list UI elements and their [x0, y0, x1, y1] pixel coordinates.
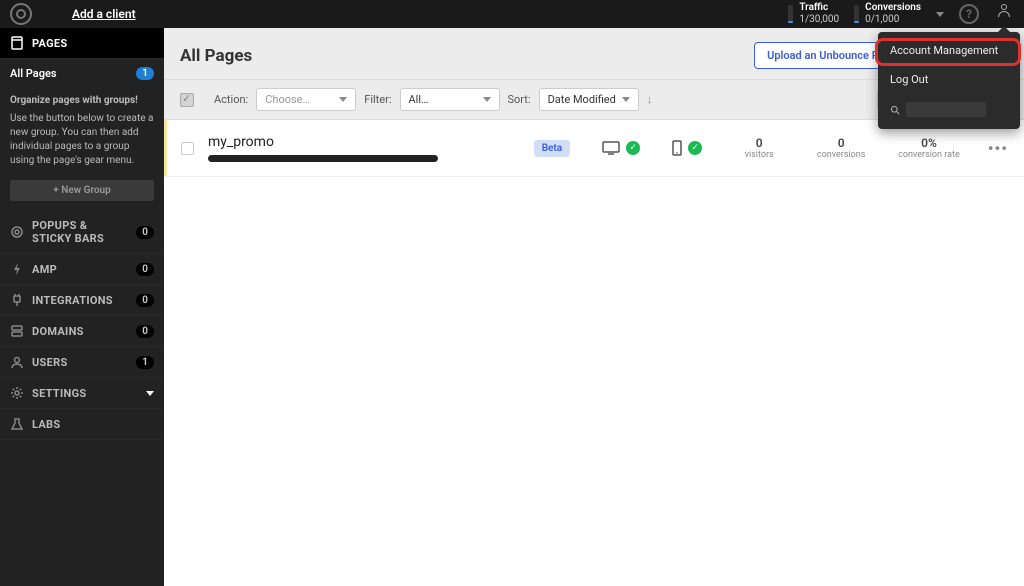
sidebar-item-label: SETTINGS — [32, 387, 138, 400]
desktop-status: ✓ — [602, 141, 640, 155]
conversions-label: Conversions — [865, 2, 921, 14]
conversions-stat: Conversions 0/1,000 — [854, 2, 921, 26]
beta-badge: Beta — [534, 140, 570, 157]
conversions-value: 0/1,000 — [865, 14, 921, 26]
sidebar-item-label: INTEGRATIONS — [32, 294, 128, 307]
traffic-value: 1/30,000 — [799, 14, 839, 26]
stats-dropdown-icon[interactable] — [936, 12, 944, 17]
stat-number: 0% — [898, 136, 960, 150]
sidebar-item-label: AMP — [32, 263, 128, 276]
sidebar-groups-info: Organize pages with groups! Use the butt… — [0, 88, 164, 174]
traffic-stat: Traffic 1/30,000 — [788, 2, 839, 26]
logout-item[interactable]: Log Out — [878, 65, 1020, 94]
sidebar-item-integrations[interactable]: INTEGRATIONS 0 — [0, 285, 164, 316]
mobile-status: ✓ — [672, 140, 702, 156]
stat-label: conversions — [816, 150, 866, 160]
sidebar-all-pages-label: All Pages — [10, 67, 57, 80]
status-bar-icon — [164, 120, 167, 176]
menu-search-input[interactable] — [906, 102, 986, 117]
sidebar-item-users[interactable]: USERS 1 — [0, 347, 164, 378]
account-management-item[interactable]: Account Management — [878, 36, 1020, 65]
visitors-stat: 0 visitors — [734, 136, 784, 160]
row-checkbox[interactable] — [181, 142, 194, 155]
action-placeholder: Choose… — [265, 93, 310, 106]
action-label: Action: — [214, 93, 248, 106]
check-icon: ✓ — [626, 141, 640, 155]
conversions-stat: 0 conversions — [816, 136, 866, 160]
server-icon — [10, 324, 24, 338]
sidebar-item-label: DOMAINS — [32, 325, 128, 338]
search-icon — [890, 105, 900, 115]
chevron-down-icon — [483, 97, 491, 102]
caret-down-icon — [146, 391, 154, 396]
menu-search-item[interactable] — [878, 94, 1020, 125]
mobile-icon — [672, 140, 682, 156]
sidebar-item-popups[interactable]: POPUPS & STICKY BARS 0 — [0, 211, 164, 254]
sidebar: PAGES All Pages 1 Organize pages with gr… — [0, 28, 164, 586]
sidebar-item-pages[interactable]: PAGES — [0, 28, 164, 59]
help-icon[interactable]: ? — [959, 4, 979, 24]
sidebar-item-count: 0 — [136, 325, 154, 338]
sidebar-item-count: 1 — [136, 356, 154, 369]
flask-icon — [10, 417, 24, 431]
conversions-bar-icon — [854, 5, 859, 23]
sidebar-item-count: 0 — [136, 294, 154, 307]
sidebar-item-label: LABS — [32, 418, 154, 431]
sort-select[interactable]: Date Modified — [539, 88, 639, 111]
logo-icon[interactable] — [10, 3, 32, 25]
stat-number: 0 — [816, 136, 866, 150]
sidebar-item-amp[interactable]: AMP 0 — [0, 254, 164, 285]
new-group-button[interactable]: + New Group — [10, 180, 154, 201]
sidebar-item-count: 0 — [136, 263, 154, 276]
sort-direction-icon[interactable]: ↓ — [647, 93, 653, 106]
desktop-icon — [602, 141, 620, 155]
action-select[interactable]: Choose… — [256, 88, 356, 111]
check-icon: ✓ — [688, 141, 702, 155]
select-all-checkbox[interactable] — [180, 93, 194, 107]
stat-number: 0 — [734, 136, 784, 150]
gear-icon — [10, 386, 24, 400]
page-title: All Pages — [180, 46, 252, 66]
sidebar-groups-title: Organize pages with groups! — [10, 94, 154, 108]
sort-label: Sort: — [508, 93, 531, 106]
filter-value: All… — [409, 93, 429, 106]
sidebar-item-label: POPUPS & STICKY BARS — [32, 219, 128, 245]
target-icon — [10, 225, 24, 239]
traffic-label: Traffic — [799, 2, 839, 14]
sidebar-item-count: 0 — [136, 226, 154, 239]
more-options-button[interactable]: ••• — [988, 139, 1008, 158]
stat-label: visitors — [734, 150, 784, 160]
sidebar-item-label: USERS — [32, 356, 128, 369]
add-client-link[interactable]: Add a client — [72, 7, 136, 21]
plug-icon — [10, 293, 24, 307]
filter-label: Filter: — [364, 93, 391, 106]
bolt-icon — [10, 262, 24, 276]
sidebar-all-pages[interactable]: All Pages 1 — [0, 59, 164, 88]
sidebar-item-settings[interactable]: SETTINGS — [0, 378, 164, 409]
chevron-down-icon — [339, 97, 347, 102]
user-avatar-icon[interactable] — [994, 4, 1014, 24]
filter-select[interactable]: All… — [400, 88, 500, 111]
sidebar-all-pages-count: 1 — [136, 67, 154, 80]
page-icon — [10, 36, 24, 50]
user-menu-dropdown: Account Management Log Out — [878, 32, 1020, 129]
sidebar-groups-body: Use the button below to create a new gro… — [10, 112, 154, 168]
conversion-rate-stat: 0% conversion rate — [898, 136, 960, 160]
chevron-down-icon — [622, 97, 630, 102]
sidebar-item-labs[interactable]: LABS — [0, 409, 164, 440]
page-url-placeholder — [208, 155, 438, 162]
page-name[interactable]: my_promo — [208, 134, 438, 150]
sidebar-pages-label: PAGES — [32, 37, 154, 50]
topbar: Add a client Traffic 1/30,000 Conversion… — [0, 0, 1024, 28]
user-icon — [10, 355, 24, 369]
stat-label: conversion rate — [898, 150, 960, 160]
sort-value: Date Modified — [548, 93, 616, 106]
traffic-bar-icon — [788, 5, 793, 23]
sidebar-item-domains[interactable]: DOMAINS 0 — [0, 316, 164, 347]
